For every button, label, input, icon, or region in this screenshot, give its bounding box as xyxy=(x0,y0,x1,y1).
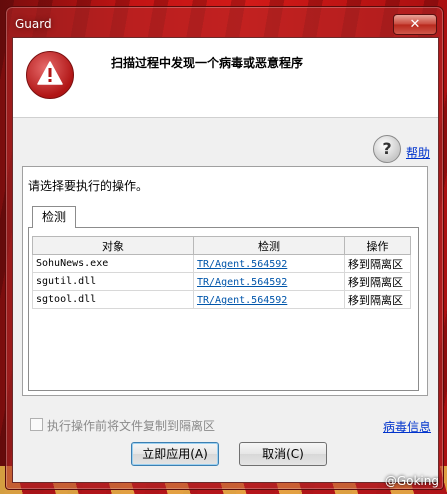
column-header-action[interactable]: 操作 xyxy=(344,236,411,255)
watermark-text: @Goking xyxy=(384,474,439,488)
tab-detection[interactable]: 检测 xyxy=(32,206,76,228)
table-row[interactable]: sgtool.dll TR/Agent.564592 移到隔离区 xyxy=(32,290,411,309)
row-action[interactable]: 移到隔离区 xyxy=(344,290,411,309)
dialog-header: 扫描过程中发现一个病毒或恶意程序 xyxy=(13,38,438,118)
dialog-window: Guard ✕ 扫描过程中发现一个病毒或恶意程序 ? 帮助 请选择要执行的操作。… xyxy=(5,6,444,490)
row-object: SohuNews.exe xyxy=(32,254,194,273)
help-link[interactable]: 帮助 xyxy=(406,144,430,161)
detection-panel: 请选择要执行的操作。 检测 对象 检测 操作 SohuNews.exe TR/A… xyxy=(22,166,428,396)
row-action[interactable]: 移到隔离区 xyxy=(344,272,411,291)
tab-pane: 对象 检测 操作 SohuNews.exe TR/Agent.564592 移到… xyxy=(28,227,419,391)
table-row[interactable]: SohuNews.exe TR/Agent.564592 移到隔离区 xyxy=(32,254,411,273)
column-header-object[interactable]: 对象 xyxy=(32,236,194,255)
detection-table: 对象 检测 操作 SohuNews.exe TR/Agent.564592 移到… xyxy=(32,236,411,309)
help-icon[interactable]: ? xyxy=(373,135,401,163)
virus-info-link[interactable]: 病毒信息 xyxy=(383,418,431,435)
detection-link[interactable]: TR/Agent.564592 xyxy=(197,259,287,270)
close-button[interactable]: ✕ xyxy=(393,14,437,35)
row-object: sgtool.dll xyxy=(32,290,194,309)
copy-to-quarantine-checkbox[interactable] xyxy=(30,418,43,431)
action-prompt: 请选择要执行的操作。 xyxy=(28,179,149,193)
copy-to-quarantine-label: 执行操作前将文件复制到隔离区 xyxy=(47,419,216,433)
apply-now-button[interactable]: 立即应用(A) xyxy=(131,442,219,466)
dialog-client: 扫描过程中发现一个病毒或恶意程序 ? 帮助 请选择要执行的操作。 检测 对象 检… xyxy=(12,37,439,483)
detection-link[interactable]: TR/Agent.564592 xyxy=(197,277,287,288)
cancel-button[interactable]: 取消(C) xyxy=(239,442,327,466)
warning-icon xyxy=(26,51,74,99)
row-object: sgutil.dll xyxy=(32,272,194,291)
dialog-heading: 扫描过程中发现一个病毒或恶意程序 xyxy=(111,56,304,70)
detection-link[interactable]: TR/Agent.564592 xyxy=(197,295,287,306)
warning-triangle-icon xyxy=(37,61,63,85)
table-row[interactable]: sgutil.dll TR/Agent.564592 移到隔离区 xyxy=(32,272,411,291)
window-title: Guard xyxy=(15,17,52,31)
column-header-detection[interactable]: 检测 xyxy=(193,236,345,255)
row-action[interactable]: 移到隔离区 xyxy=(344,254,411,273)
title-bar[interactable]: Guard ✕ xyxy=(6,7,443,37)
